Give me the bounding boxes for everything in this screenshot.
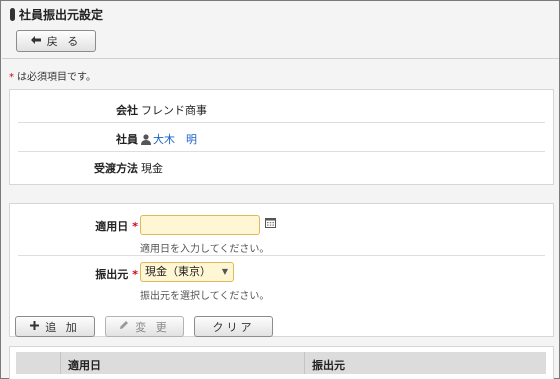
page-header: 社員振出元設定 戻 る: [2, 2, 559, 59]
window-frame: 社員振出元設定 戻 る * は必須項目です。 会社 フレンド商事 社員 大木 明 …: [0, 0, 560, 379]
method-value: 現金: [141, 162, 163, 175]
history-table: 適用日 振出元: [9, 346, 554, 379]
clear-button[interactable]: クリア: [194, 316, 273, 337]
title-marker: [10, 8, 15, 21]
date-required-star: *: [132, 220, 138, 233]
required-note: * は必須項目です。: [9, 68, 96, 83]
source-hint: 振出元を選択してください。: [140, 291, 270, 302]
page-title: 社員振出元設定: [19, 8, 104, 22]
clear-button-label: クリア: [212, 320, 255, 334]
arrow-left-icon: [30, 35, 41, 47]
source-select-value: 現金（東京）: [145, 265, 211, 278]
source-row: 振出元 * 現金（東京） ▼ 振出元を選択してください。: [18, 256, 545, 304]
company-label: 会社: [116, 104, 138, 117]
date-label: 適用日 *: [95, 218, 138, 234]
back-button-label: 戻 る: [46, 35, 82, 48]
plus-icon: [30, 320, 40, 333]
date-hint: 適用日を入力してください。: [140, 244, 270, 255]
column-header-date: 適用日: [68, 359, 101, 372]
employee-link[interactable]: 大木 明: [141, 131, 197, 147]
source-required-star: *: [132, 268, 138, 281]
method-row: 受渡方法 現金: [18, 153, 545, 181]
change-button-label: 変 更: [135, 320, 170, 334]
company-value: フレンド商事: [141, 104, 207, 117]
method-label: 受渡方法: [94, 162, 138, 175]
chevron-down-icon: ▼: [221, 267, 228, 276]
source-label-text: 振出元: [95, 268, 129, 281]
calendar-icon[interactable]: [265, 218, 276, 231]
required-star: *: [9, 72, 14, 83]
source-label: 振出元 *: [95, 266, 138, 282]
company-row: 会社 フレンド商事: [18, 95, 545, 123]
date-label-text: 適用日: [95, 220, 129, 233]
column-divider: [304, 352, 305, 374]
pencil-icon: [119, 320, 129, 333]
date-row: 適用日 * 適用日を入力してください。: [18, 206, 545, 256]
employee-row: 社員 大木 明: [18, 124, 545, 152]
back-button[interactable]: 戻 る: [16, 30, 96, 52]
change-button[interactable]: 変 更: [105, 316, 184, 337]
person-icon: [141, 134, 151, 145]
column-divider: [60, 352, 61, 374]
info-panel: 会社 フレンド商事 社員 大木 明 受渡方法 現金: [9, 89, 554, 185]
add-button[interactable]: 追 加: [15, 316, 95, 337]
add-button-label: 追 加: [45, 320, 80, 334]
source-select[interactable]: 現金（東京） ▼: [140, 262, 234, 282]
employee-label: 社員: [116, 133, 138, 146]
table-header: 適用日 振出元: [16, 352, 546, 374]
date-input[interactable]: [140, 215, 260, 235]
required-note-text: は必須項目です。: [17, 72, 96, 83]
employee-name: 大木 明: [153, 133, 197, 146]
column-header-source: 振出元: [312, 359, 345, 372]
